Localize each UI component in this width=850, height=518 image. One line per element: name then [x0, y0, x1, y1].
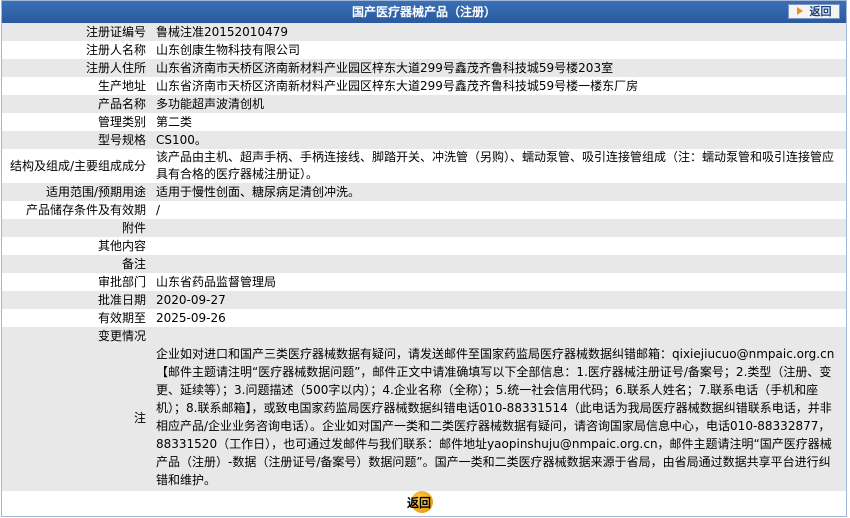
- table-row: 备注: [2, 255, 846, 273]
- table-row: 有效期至 2025-09-26: [2, 309, 846, 327]
- table-row: 附件: [2, 219, 846, 237]
- field-label: 注: [2, 345, 152, 491]
- table-row: 注册人住所 山东省济南市天桥区济南新材料产业园区梓东大道299号鑫茂齐鲁科技城5…: [2, 59, 846, 77]
- page-title: 国产医疗器械产品（注册）: [351, 5, 496, 19]
- table-row: 注册人名称 山东创康生物科技有限公司: [2, 41, 846, 59]
- field-label: 注册人名称: [2, 41, 152, 59]
- table-row: 注册证编号 鲁械注准20152010479: [2, 23, 846, 41]
- panel-title-bar: 国产医疗器械产品（注册） 返回: [2, 1, 846, 23]
- field-value: /: [152, 201, 846, 219]
- field-value: 山东省济南市天桥区济南新材料产业园区梓东大道299号鑫茂齐鲁科技城59号楼203…: [152, 59, 846, 77]
- field-value: CS100。: [152, 131, 846, 149]
- field-label: 附件: [2, 219, 152, 237]
- field-value: 2020-09-27: [152, 291, 846, 309]
- field-value: [152, 327, 846, 345]
- table-row: 生产地址 山东省济南市天桥区济南新材料产业园区梓东大道299号鑫茂齐鲁科技城59…: [2, 77, 846, 95]
- table-row: 适用范围/预期用途 适用于慢性创面、糖尿病足清创冲洗。: [2, 183, 846, 201]
- field-label: 其他内容: [2, 237, 152, 255]
- field-value: [152, 237, 846, 255]
- field-label: 型号规格: [2, 131, 152, 149]
- table-row: 型号规格 CS100。: [2, 131, 846, 149]
- back-button-label: 返回: [809, 5, 832, 18]
- table-row: 管理类别 第二类: [2, 113, 846, 131]
- back-button-bottom[interactable]: 返回: [399, 491, 439, 513]
- field-value: 适用于慢性创面、糖尿病足清创冲洗。: [152, 183, 846, 201]
- field-label: 管理类别: [2, 113, 152, 131]
- table-row: 产品储存条件及有效期 /: [2, 201, 846, 219]
- table-row: 产品名称 多功能超声波清创机: [2, 95, 846, 113]
- field-value: [152, 219, 846, 237]
- field-value: 2025-09-26: [152, 309, 846, 327]
- field-label: 变更情况: [2, 327, 152, 345]
- back-button-bottom-label: 返回: [406, 495, 431, 510]
- detail-table: 注册证编号 鲁械注准20152010479 注册人名称 山东创康生物科技有限公司…: [2, 23, 846, 491]
- field-value: 第二类: [152, 113, 846, 131]
- table-row: 结构及组成/主要组成成分 该产品由主机、超声手柄、手柄连接线、脚踏开关、冲洗管（…: [2, 149, 846, 183]
- notice-text: 企业如对进口和国产三类医疗器械数据有疑问，请发送邮件至国家药监局医疗器械数据纠错…: [152, 345, 846, 491]
- arrow-right-icon: [796, 7, 807, 16]
- field-label: 产品名称: [2, 95, 152, 113]
- table-row: 批准日期 2020-09-27: [2, 291, 846, 309]
- field-label: 审批部门: [2, 273, 152, 291]
- field-label: 有效期至: [2, 309, 152, 327]
- field-value: 山东创康生物科技有限公司: [152, 41, 846, 59]
- field-label: 结构及组成/主要组成成分: [2, 149, 152, 183]
- table-row: 审批部门 山东省药品监督管理局: [2, 273, 846, 291]
- field-label: 适用范围/预期用途: [2, 183, 152, 201]
- detail-panel: 国产医疗器械产品（注册） 返回 注册证编号 鲁械注准20152010479 注册…: [1, 0, 847, 517]
- field-label: 批准日期: [2, 291, 152, 309]
- field-label: 生产地址: [2, 77, 152, 95]
- field-value: [152, 255, 846, 273]
- table-row: 其他内容: [2, 237, 846, 255]
- back-button-top[interactable]: 返回: [788, 4, 840, 19]
- field-label: 注册人住所: [2, 59, 152, 77]
- field-label: 备注: [2, 255, 152, 273]
- field-value: 山东省济南市天桥区济南新材料产业园区梓东大道299号鑫茂齐鲁科技城59号楼一楼东…: [152, 77, 846, 95]
- field-label: 注册证编号: [2, 23, 152, 41]
- field-value: 该产品由主机、超声手柄、手柄连接线、脚踏开关、冲洗管（另购）、蠕动泵管、吸引连接…: [152, 149, 846, 183]
- field-value: 多功能超声波清创机: [152, 95, 846, 113]
- field-value: 山东省药品监督管理局: [152, 273, 846, 291]
- field-value: 鲁械注准20152010479: [152, 23, 846, 41]
- table-row: 注 企业如对进口和国产三类医疗器械数据有疑问，请发送邮件至国家药监局医疗器械数据…: [2, 345, 846, 491]
- table-row: 变更情况: [2, 327, 846, 345]
- field-label: 产品储存条件及有效期: [2, 201, 152, 219]
